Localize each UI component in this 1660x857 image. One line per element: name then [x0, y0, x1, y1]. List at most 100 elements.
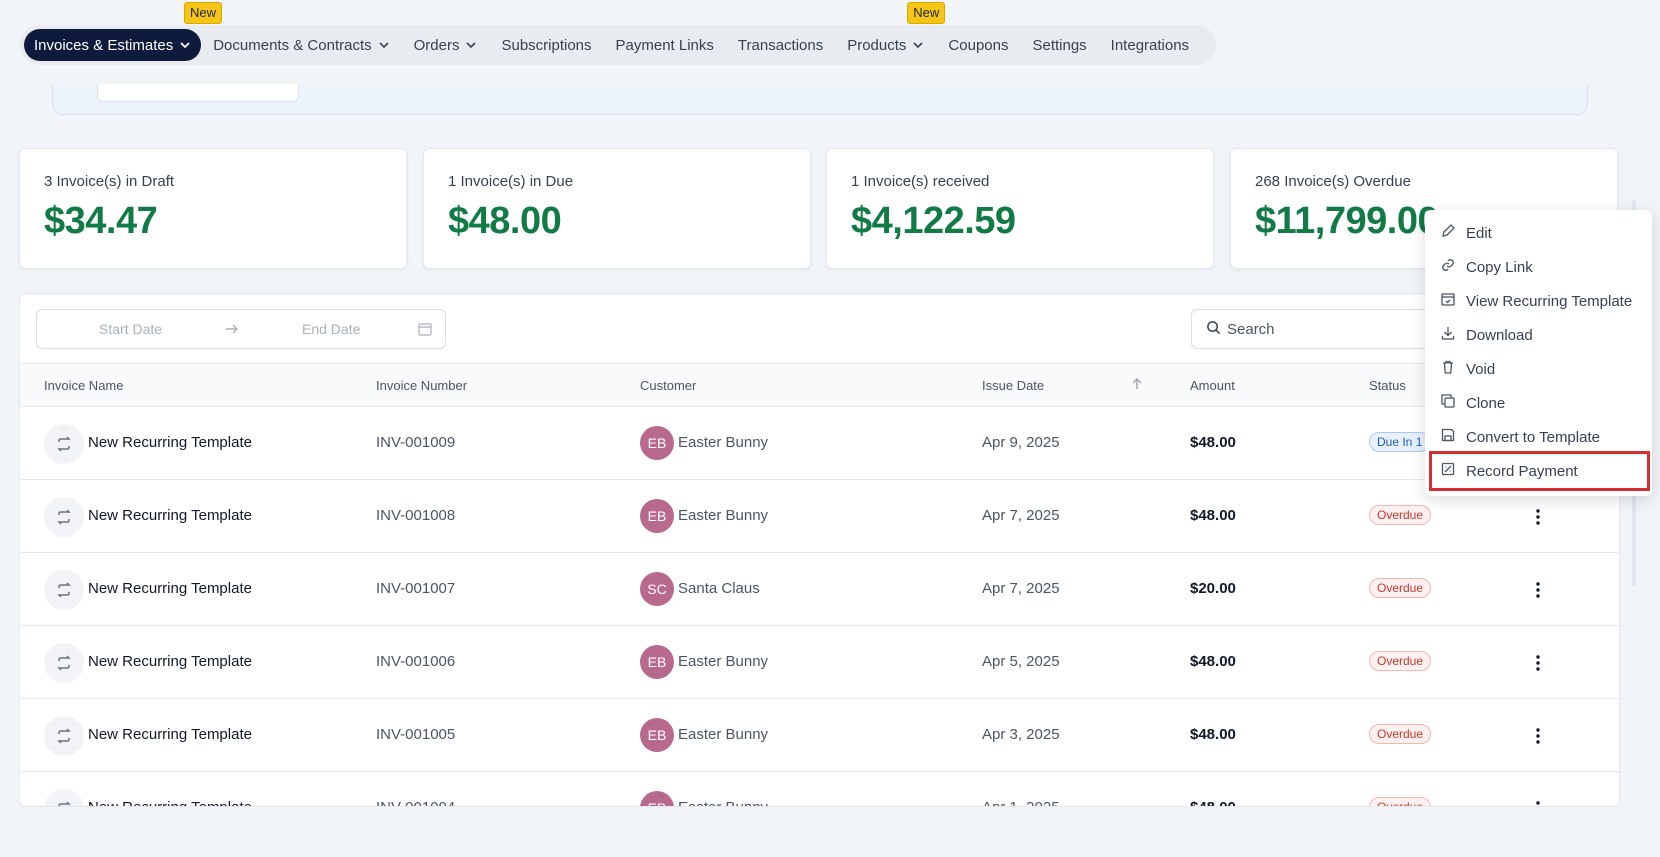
recurring-icon [44, 716, 84, 756]
menu-item-download[interactable]: Download [1425, 318, 1652, 352]
table-row[interactable]: New Recurring Template INV-001004 EB Easter… [20, 772, 1619, 806]
nav-label: Integrations [1110, 36, 1190, 54]
stat-card-draft: 3 Invoice(s) in Draft $34.47 [19, 148, 407, 269]
table-header: Invoice Name Invoice Number Customer Iss… [20, 363, 1619, 407]
filter-field[interactable] [97, 84, 299, 102]
customer-name: Easter Bunny [678, 653, 769, 670]
link-icon [1440, 257, 1466, 277]
table-row[interactable]: New Recurring Template INV-001008 EB Easter… [20, 480, 1619, 553]
menu-label: Convert to Template [1466, 428, 1600, 446]
nav-label: Documents & Contracts [213, 36, 372, 54]
end-date-input[interactable]: End Date [302, 321, 360, 337]
stat-label: 1 Invoice(s) received [851, 173, 990, 190]
col-invoice-number[interactable]: Invoice Number [376, 378, 467, 393]
issue-date: Apr 3, 2025 [982, 726, 1060, 743]
stat-label: 1 Invoice(s) in Due [448, 173, 574, 190]
invoice-number: INV-001007 [376, 580, 456, 597]
issue-date: Apr 7, 2025 [982, 580, 1060, 597]
nav-label: Payment Links [615, 36, 714, 54]
status-badge: Due In 1 [1369, 432, 1431, 452]
status-badge: Overdue [1369, 651, 1432, 671]
table-row[interactable]: New Recurring Template INV-001009 EB Easter… [20, 407, 1619, 480]
col-status[interactable]: Status [1369, 378, 1406, 393]
avatar: EB [640, 791, 674, 806]
col-invoice-name[interactable]: Invoice Name [44, 378, 123, 393]
nav-label: Coupons [948, 36, 1009, 54]
nav-orders[interactable]: Orders [402, 29, 490, 61]
menu-item-convert-to-template[interactable]: Convert to Template [1425, 420, 1652, 454]
top-nav: New Invoices & Estimates Documents & Con… [20, 2, 1216, 65]
calendar-icon [417, 321, 433, 340]
search-icon [1206, 320, 1227, 339]
invoice-name[interactable]: New Recurring Template [88, 726, 252, 743]
invoice-number: INV-001005 [376, 726, 456, 743]
amount: $48.00 [1190, 507, 1236, 524]
menu-item-edit[interactable]: Edit [1425, 216, 1652, 250]
sort-arrow-up-icon[interactable] [1130, 377, 1144, 394]
status-badge: Overdue [1369, 578, 1432, 598]
issue-date: Apr 7, 2025 [982, 507, 1060, 524]
issue-date: Apr 9, 2025 [982, 434, 1060, 451]
col-customer[interactable]: Customer [640, 378, 696, 393]
new-badge: New [184, 2, 223, 24]
invoice-name[interactable]: New Recurring Template [88, 799, 252, 806]
col-issue-date[interactable]: Issue Date [982, 378, 1044, 393]
invoice-name[interactable]: New Recurring Template [88, 507, 252, 524]
more-vertical-icon[interactable] [1528, 575, 1548, 605]
start-date-input[interactable]: Start Date [99, 321, 162, 337]
table-row[interactable]: New Recurring Template INV-001007 SC Santa … [20, 553, 1619, 626]
table-row[interactable]: New Recurring Template INV-001005 EB Easter… [20, 699, 1619, 772]
amount: $20.00 [1190, 580, 1236, 597]
menu-item-copy-link[interactable]: Copy Link [1425, 250, 1652, 284]
nav-coupons[interactable]: Coupons [936, 29, 1020, 61]
amount: $48.00 [1190, 653, 1236, 670]
stat-card-due: 1 Invoice(s) in Due $48.00 [423, 148, 811, 269]
avatar: SC [640, 572, 674, 606]
nav-products[interactable]: New Products [835, 2, 946, 61]
table-row[interactable]: New Recurring Template INV-001006 EB Easter… [20, 626, 1619, 699]
recurring-icon [44, 643, 84, 683]
stat-value: $4,122.59 [851, 200, 1016, 242]
new-badge: New [907, 2, 946, 24]
stat-value: $34.47 [44, 200, 158, 242]
invoice-number: INV-001006 [376, 653, 456, 670]
trash-icon [1440, 359, 1466, 379]
more-vertical-icon[interactable] [1528, 721, 1548, 751]
nav-label: Products [847, 36, 907, 54]
nav-invoices-estimates[interactable]: New Invoices & Estimates [24, 2, 223, 61]
col-amount[interactable]: Amount [1190, 378, 1235, 393]
avatar: EB [640, 499, 674, 533]
recurring-icon [44, 570, 84, 610]
arrow-right-icon [224, 321, 240, 340]
stat-label: 268 Invoice(s) Overdue [1255, 173, 1411, 190]
more-vertical-icon[interactable] [1528, 502, 1548, 532]
nav-payment-links[interactable]: Payment Links [604, 29, 726, 61]
nav-subscriptions[interactable]: Subscriptions [489, 29, 603, 61]
invoice-name[interactable]: New Recurring Template [88, 653, 252, 670]
invoice-number: INV-001004 [376, 799, 455, 806]
menu-item-record-payment[interactable]: Record Payment [1425, 454, 1652, 488]
row-actions-menu: Edit Copy Link View Recurring Template D… [1425, 210, 1652, 496]
invoice-number: INV-001008 [376, 507, 456, 524]
more-vertical-icon[interactable] [1528, 794, 1548, 806]
search-input[interactable]: Search [1191, 309, 1451, 349]
date-range-picker[interactable]: Start Date End Date [36, 309, 446, 349]
more-vertical-icon[interactable] [1528, 648, 1548, 678]
avatar: EB [640, 718, 674, 752]
menu-label: Clone [1466, 394, 1506, 412]
nav-documents-contracts[interactable]: Documents & Contracts [201, 29, 401, 61]
menu-item-clone[interactable]: Clone [1425, 386, 1652, 420]
menu-item-view-recurring-template[interactable]: View Recurring Template [1425, 284, 1652, 318]
nav-integrations[interactable]: Integrations [1099, 29, 1201, 61]
save-icon [1440, 427, 1466, 447]
pencil-icon [1440, 223, 1466, 243]
recurring-icon [44, 497, 84, 537]
stat-label: 3 Invoice(s) in Draft [44, 173, 175, 190]
invoice-name[interactable]: New Recurring Template [88, 434, 252, 451]
nav-settings[interactable]: Settings [1020, 29, 1098, 61]
status-badge: Overdue [1369, 797, 1432, 806]
menu-item-void[interactable]: Void [1425, 352, 1652, 386]
nav-transactions[interactable]: Transactions [726, 29, 835, 61]
amount: $48.00 [1190, 434, 1236, 451]
invoice-name[interactable]: New Recurring Template [88, 580, 252, 597]
